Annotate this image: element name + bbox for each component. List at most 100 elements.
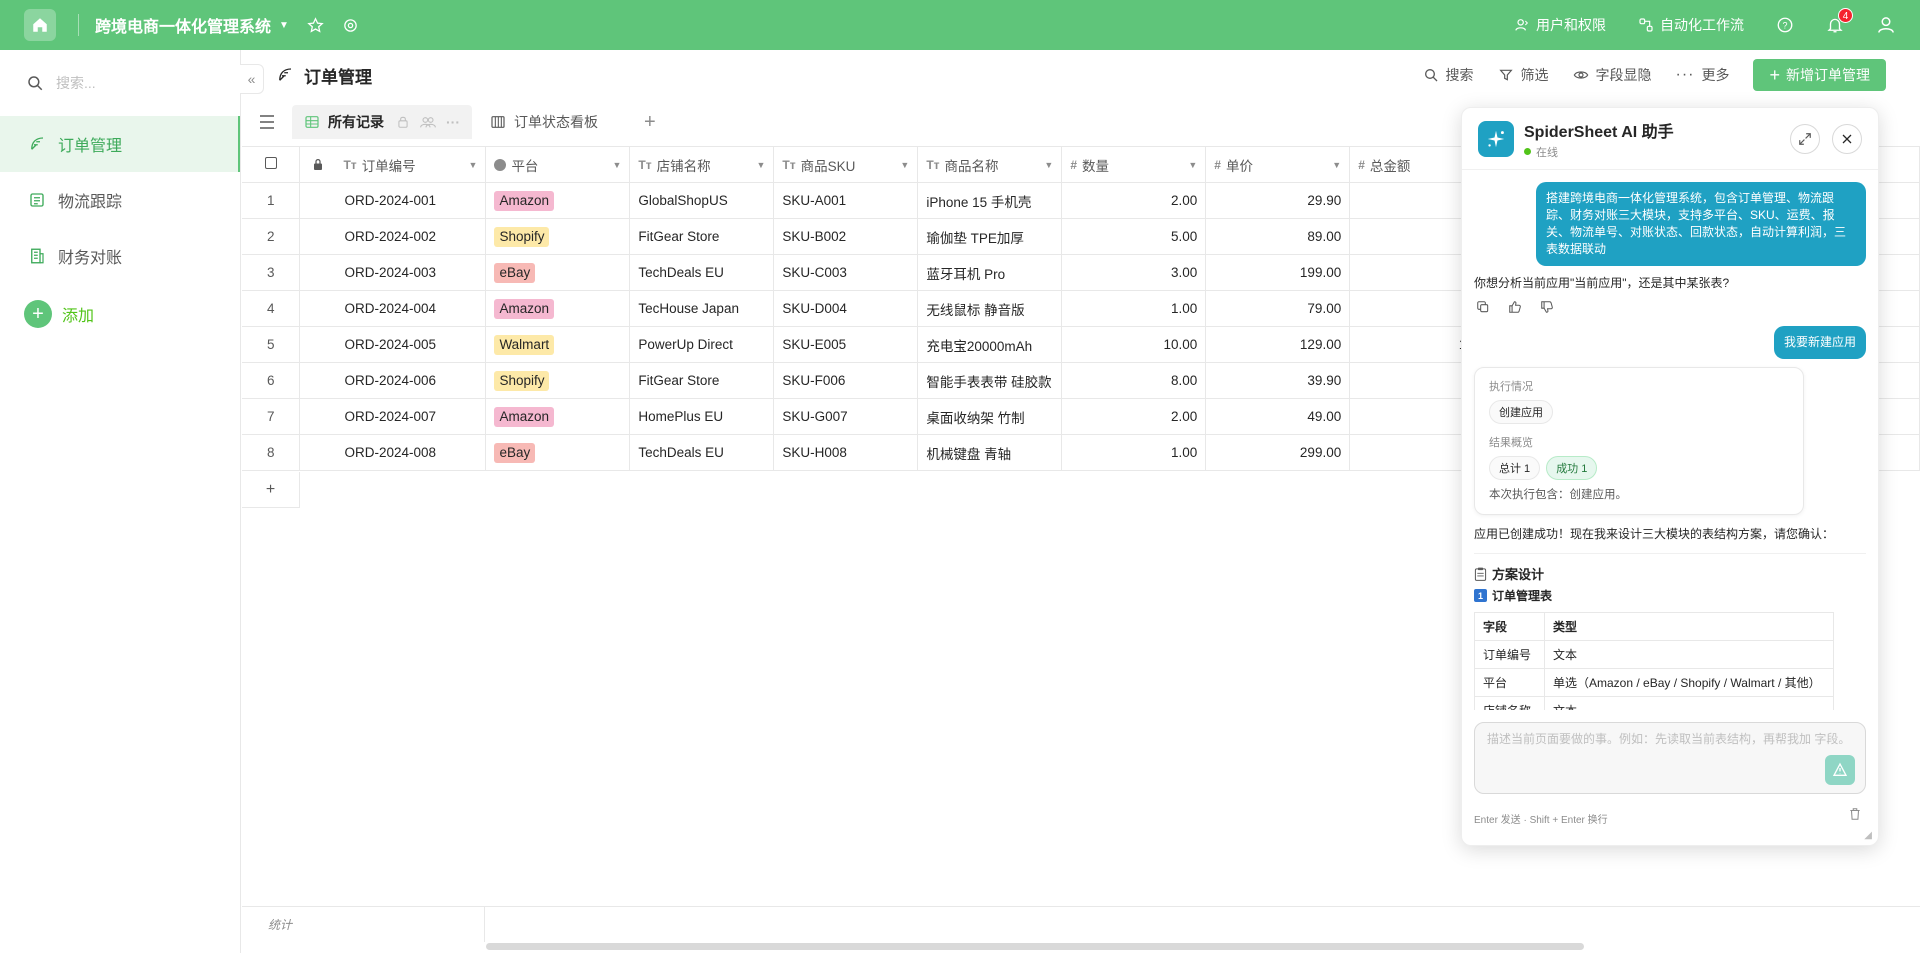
cell-order-id[interactable]: ORD-2024-006: [299, 362, 487, 399]
cell-product[interactable]: 机械键盘 青轴: [917, 434, 1063, 471]
cell-order-id[interactable]: ORD-2024-002: [299, 218, 487, 255]
cell-order-id[interactable]: ORD-2024-008: [299, 434, 487, 471]
cell-shop[interactable]: TecHouse Japan: [629, 290, 775, 327]
cell-platform[interactable]: Shopify: [485, 362, 631, 399]
cell-unit-price[interactable]: 129.00: [1205, 326, 1351, 363]
cell-shop[interactable]: FitGear Store: [629, 218, 775, 255]
cell-quantity[interactable]: 10.00: [1061, 326, 1207, 363]
cell-quantity[interactable]: 8.00: [1061, 362, 1207, 399]
caret-down-icon[interactable]: ▼: [1044, 160, 1053, 170]
row-index[interactable]: 6: [242, 362, 301, 399]
automation-workflow-button[interactable]: 自动化工作流: [1638, 15, 1744, 35]
cell-sku[interactable]: SKU-G007: [773, 398, 919, 435]
cell-quantity[interactable]: 3.00: [1061, 254, 1207, 291]
chevron-down-icon[interactable]: ▼: [279, 20, 289, 31]
cell-shop[interactable]: TechDeals EU: [629, 254, 775, 291]
cell-unit-price[interactable]: 39.90: [1205, 362, 1351, 399]
column-header-product[interactable]: Tт 商品名称 ▼: [917, 146, 1063, 183]
cell-quantity[interactable]: 2.00: [1061, 398, 1207, 435]
cell-sku[interactable]: SKU-A001: [773, 182, 919, 219]
cell-quantity[interactable]: 1.00: [1061, 290, 1207, 327]
send-button[interactable]: [1825, 755, 1855, 785]
add-row-button[interactable]: +: [242, 472, 300, 508]
app-title[interactable]: 跨境电商一体化管理系统: [95, 13, 271, 37]
star-icon[interactable]: [307, 16, 324, 34]
cell-unit-price[interactable]: 79.00: [1205, 290, 1351, 327]
cell-product[interactable]: 蓝牙耳机 Pro: [917, 254, 1063, 291]
caret-down-icon[interactable]: ▼: [1188, 160, 1197, 170]
cell-product[interactable]: 充电宝20000mAh: [917, 326, 1063, 363]
row-index[interactable]: 5: [242, 326, 301, 363]
copy-icon[interactable]: [1476, 300, 1490, 314]
caret-down-icon[interactable]: ▼: [756, 160, 765, 170]
horizontal-scrollbar[interactable]: [486, 943, 1584, 950]
sidebar-item-orders[interactable]: 订单管理: [0, 116, 240, 172]
caret-down-icon[interactable]: ▼: [612, 160, 621, 170]
cell-platform[interactable]: Amazon: [485, 182, 631, 219]
cell-order-id[interactable]: ORD-2024-005: [299, 326, 487, 363]
sidebar-search-input[interactable]: 搜索...: [56, 73, 96, 93]
settings-icon[interactable]: [342, 17, 359, 34]
lock-icon[interactable]: [396, 115, 410, 129]
cell-quantity[interactable]: 5.00: [1061, 218, 1207, 255]
cell-order-id[interactable]: ORD-2024-007: [299, 398, 487, 435]
new-order-button[interactable]: + 新增订单管理: [1753, 59, 1886, 91]
column-header-shop[interactable]: Tт 店铺名称 ▼: [629, 146, 775, 183]
cell-shop[interactable]: GlobalShopUS: [629, 182, 775, 219]
cell-order-id[interactable]: ORD-2024-001: [299, 182, 487, 219]
collaborators-icon[interactable]: [420, 115, 436, 129]
cell-platform[interactable]: Walmart: [485, 326, 631, 363]
cell-platform[interactable]: eBay: [485, 434, 631, 471]
resize-handle[interactable]: ◢: [1864, 830, 1872, 841]
tab-all-records[interactable]: 所有记录 ···: [292, 105, 472, 139]
cell-shop[interactable]: HomePlus EU: [629, 398, 775, 435]
filter-button[interactable]: 筛选: [1498, 65, 1549, 85]
column-header-quantity[interactable]: # 数量 ▼: [1061, 146, 1207, 183]
help-icon[interactable]: ?: [1776, 16, 1794, 34]
more-button[interactable]: ··· 更多: [1676, 65, 1730, 85]
sidebar-add-button[interactable]: + 添加: [0, 284, 240, 344]
cell-shop[interactable]: TechDeals EU: [629, 434, 775, 471]
cell-product[interactable]: iPhone 15 手机壳: [917, 182, 1063, 219]
cell-product[interactable]: 桌面收纳架 竹制: [917, 398, 1063, 435]
users-permissions-button[interactable]: 用户和权限: [1514, 15, 1606, 35]
column-header-order-id[interactable]: Tт 订单编号 ▼: [299, 146, 487, 183]
row-index[interactable]: 8: [242, 434, 301, 471]
cell-sku[interactable]: SKU-B002: [773, 218, 919, 255]
cell-sku[interactable]: SKU-E005: [773, 326, 919, 363]
caret-down-icon[interactable]: ▼: [900, 160, 909, 170]
search-button[interactable]: 搜索: [1423, 65, 1474, 85]
close-icon[interactable]: [1832, 123, 1862, 154]
row-index[interactable]: 7: [242, 398, 301, 435]
cell-product[interactable]: 智能手表表带 硅胶款: [917, 362, 1063, 399]
caret-down-icon[interactable]: ▼: [1332, 160, 1341, 170]
column-header-sku[interactable]: Tт 商品SKU ▼: [773, 146, 919, 183]
row-index[interactable]: 3: [242, 254, 301, 291]
cell-sku[interactable]: SKU-D004: [773, 290, 919, 327]
cell-order-id[interactable]: ORD-2024-004: [299, 290, 487, 327]
column-header-platform[interactable]: 平台 ▼: [485, 146, 631, 183]
trash-icon[interactable]: [1848, 807, 1862, 824]
notifications-button[interactable]: 4: [1826, 8, 1853, 34]
add-view-button[interactable]: +: [644, 111, 656, 134]
field-visibility-button[interactable]: 字段显隐: [1573, 65, 1652, 85]
thumbs-down-icon[interactable]: [1540, 300, 1554, 314]
cell-quantity[interactable]: 2.00: [1061, 182, 1207, 219]
cell-platform[interactable]: eBay: [485, 254, 631, 291]
sidebar-search[interactable]: 搜索...: [0, 50, 240, 116]
cell-unit-price[interactable]: 199.00: [1205, 254, 1351, 291]
sidebar-item-logistics[interactable]: 物流跟踪: [0, 172, 240, 228]
expand-icon[interactable]: [1790, 123, 1820, 154]
row-index[interactable]: 4: [242, 290, 301, 327]
tab-more-icon[interactable]: ···: [446, 114, 460, 130]
chat-history[interactable]: 搭建跨境电商一体化管理系统，包含订单管理、物流跟踪、财务对账三大模块，支持多平台…: [1462, 170, 1878, 710]
cell-unit-price[interactable]: 49.00: [1205, 398, 1351, 435]
cell-platform[interactable]: Shopify: [485, 218, 631, 255]
home-button[interactable]: [24, 9, 56, 41]
thumbs-up-icon[interactable]: [1508, 300, 1522, 314]
sidebar-item-finance[interactable]: 财务对账: [0, 228, 240, 284]
menu-icon[interactable]: [242, 115, 292, 129]
cell-sku[interactable]: SKU-F006: [773, 362, 919, 399]
select-all-checkbox[interactable]: [242, 146, 301, 183]
cell-sku[interactable]: SKU-C003: [773, 254, 919, 291]
